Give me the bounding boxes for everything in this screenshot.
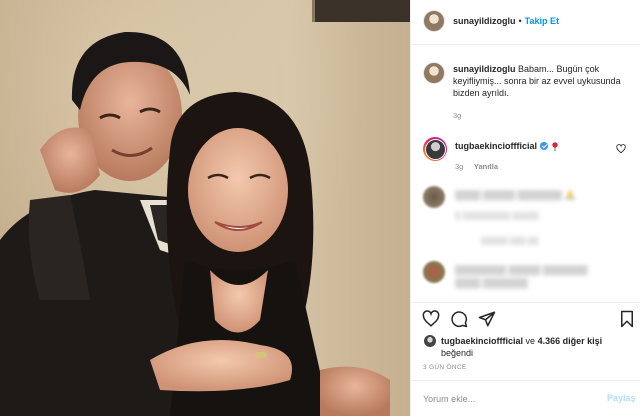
caption-username[interactable]: sunayildizoglu [453,64,516,74]
save-bookmark-icon[interactable] [619,310,635,328]
separator-dot: • [518,16,522,26]
comment-like-heart-icon[interactable] [616,144,626,154]
blurred-comment-avatar[interactable] [423,186,445,208]
comment-bubble-icon[interactable] [450,310,468,328]
caption-avatar[interactable] [423,62,445,84]
post-side-panel: sunayildizoglu • Takip Et sunayildizoglu B… [410,0,640,416]
post-comment-button[interactable]: Paylaş [607,393,636,403]
post-timestamp[interactable]: 3 GÜN ÖNCE [423,364,466,371]
comment-row: tugbaekincioffficial [455,141,559,151]
liker-avatar[interactable] [424,335,436,347]
blurred-comment-meta: ▒ ▒▒▒▒▒▒▒▒▒ ▒▒▒▒▒ [455,211,539,220]
follow-button[interactable]: Takip Et [525,16,559,26]
blurred-comment-avatar-2[interactable] [423,261,445,283]
comment-avatar[interactable] [423,137,447,161]
comment-meta: 3g Yanıtla [455,161,498,171]
photo-figures [0,31,390,416]
verified-badge-icon [540,142,549,150]
comment-username[interactable]: tugbaekincioffficial [455,141,537,151]
likes-summary: tugbaekincioffficial ve 4.366 diğer kişi… [441,335,636,359]
like-heart-icon[interactable] [422,310,440,328]
author-avatar[interactable] [423,10,445,32]
caption-block: sunayildizoglu Babam... Bugün çok keyifl… [453,63,621,99]
likes-count[interactable]: 4.366 diğer kişi [538,336,603,346]
caption-time: 3g [453,111,462,120]
comment-input[interactable] [423,394,583,404]
post-header: sunayildizoglu • Takip Et [411,0,640,44]
rose-icon [552,142,558,151]
author-username[interactable]: sunayildizoglu [453,16,516,26]
likes-suffix: beğendi [441,348,474,358]
liker-username[interactable]: tugbaekincioffficial [441,336,523,346]
blurred-comment-text-2: ▒▒▒▒▒▒▒▒ ▒▒▒▒▒ ▒▒▒▒▒▒▒ [455,265,588,275]
header-divider [411,44,640,45]
share-send-icon[interactable] [478,310,496,328]
blurred-comment-text: ▒▒▒▒ ▒▒▒▒▒ ▒▒▒▒▒▒▒ 🙏 [455,190,576,200]
blurred-comment-text-3: ▒▒▒▒ ▒▒▒▒▒▒▒ [455,278,528,288]
likes-connector: ve [525,336,536,346]
actions-divider [411,302,640,303]
comment-time: 3g [455,162,464,171]
reply-link[interactable]: Yanıtla [474,162,498,171]
composer-divider [411,380,640,381]
post-photo[interactable] [0,0,410,416]
blurred-view-replies[interactable]: ▒▒▒▒▒ ▒▒▒ ▒▒ [481,236,538,245]
